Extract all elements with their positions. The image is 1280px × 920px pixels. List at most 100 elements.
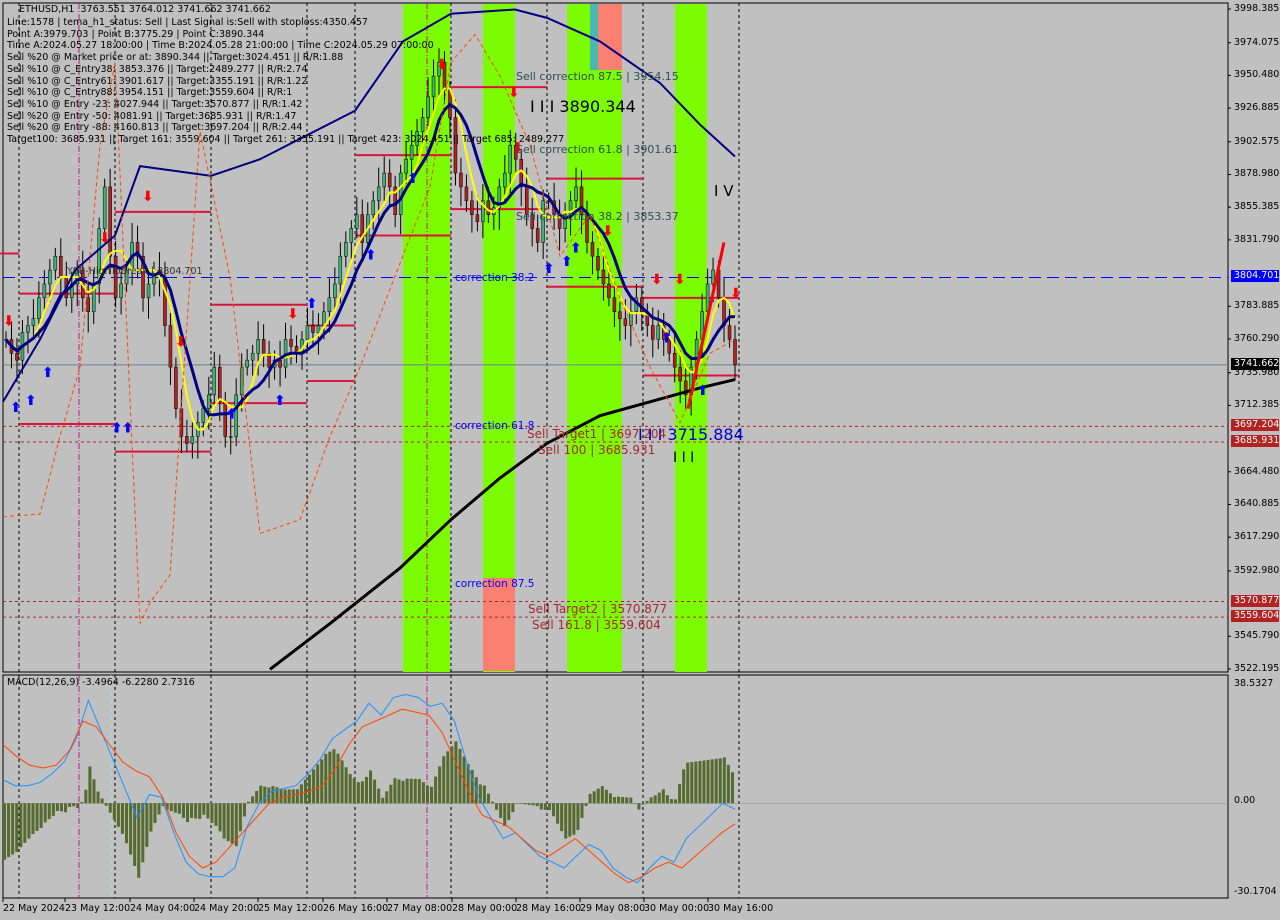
bull-candle	[503, 172, 507, 188]
macd-histogram-bar	[726, 764, 730, 804]
macd-histogram-bar	[714, 758, 718, 804]
price-tick-label: 3760.290	[1234, 333, 1280, 344]
sell-arrow-icon: ⬇	[651, 272, 663, 288]
red-zone	[483, 578, 515, 671]
bear-candle	[596, 255, 600, 271]
price-tag: 3685.931	[1231, 435, 1279, 447]
macd-histogram-bar	[641, 803, 645, 805]
macd-histogram-bar	[531, 803, 535, 806]
bull-candle	[338, 255, 343, 285]
macd-histogram-bar	[686, 762, 690, 804]
buy-arrow-icon: ⬆	[10, 400, 22, 416]
macd-histogram-bar	[3, 803, 7, 860]
bull-candle	[212, 366, 217, 396]
bull-candle	[250, 353, 255, 361]
bull-candle	[420, 117, 425, 132]
macd-histogram-bar	[572, 803, 576, 835]
buy-arrow-icon: ⬆	[226, 407, 238, 423]
wave-iii-label: I I I 3890.344	[530, 97, 636, 116]
info-line: Sell %10 @ Entry -23: 4027.944 || Target…	[7, 98, 303, 110]
bear-candle	[590, 242, 595, 257]
bull-candle	[426, 96, 430, 118]
sell-arrow-icon: ⬇	[175, 334, 187, 350]
bear-candle	[678, 366, 682, 382]
bear-candle	[15, 353, 19, 361]
bull-candle	[371, 200, 375, 215]
wave-iv-label: I V	[714, 182, 734, 200]
macd-title: MACD(12,26,9) -3.4964 -6.2280 2.7316	[7, 677, 195, 688]
time-tick-label: 30 May 00:00	[644, 903, 710, 914]
price-tick-label: 3545.790	[1234, 630, 1280, 642]
buy-arrow-icon: ⬆	[306, 296, 318, 312]
macd-histogram-bar	[389, 784, 393, 804]
buy-arrow-icon: ⬆	[42, 365, 54, 381]
macd-histogram-bar	[576, 803, 580, 830]
red-zone	[598, 4, 622, 70]
sell-arrow-icon: ⬇	[508, 85, 520, 101]
bull-candle	[376, 186, 381, 202]
sell-161-label: Sell 161.8 | 3559.604	[532, 618, 661, 632]
time-tick-label: 24 May 20:00	[194, 903, 260, 914]
macd-histogram-bar	[332, 749, 336, 804]
bear-candle	[86, 297, 90, 312]
macd-histogram-bar	[364, 776, 368, 804]
sell-correction-38-label: Sell correction 38.2 | 3853.37	[516, 210, 679, 223]
macd-histogram-bar	[637, 803, 641, 810]
bear-candle	[470, 200, 474, 215]
buy-arrow-icon: ⬆	[274, 393, 286, 409]
correction-87-label: correction 87.5	[455, 578, 535, 590]
bull-candle	[574, 186, 578, 202]
price-tick-label: 3855.385	[1234, 201, 1280, 213]
signal-zone	[483, 4, 515, 672]
bull-candle	[42, 283, 47, 299]
bear-candle	[278, 359, 282, 368]
macd-histogram-bar	[482, 785, 486, 804]
bear-candle	[174, 366, 178, 409]
info-line: Sell %20 @ Entry -50: 4081.91 || Target:…	[7, 110, 297, 122]
macd-histogram-bar	[88, 766, 92, 804]
bull-candle	[119, 283, 123, 299]
macd-histogram-bar	[31, 803, 35, 835]
macd-histogram-bar	[316, 764, 320, 804]
macd-histogram-bar	[682, 769, 686, 804]
macd-histogram-bar	[600, 786, 604, 804]
sell-arrow-icon: ⬇	[602, 223, 614, 239]
macd-histogram-bar	[80, 801, 84, 804]
macd-tick-label: -30.1704	[1234, 886, 1277, 897]
macd-histogram-bar	[120, 803, 124, 834]
bear-candle	[261, 339, 266, 354]
macd-histogram-bar	[377, 788, 381, 804]
macd-histogram-bar	[202, 803, 206, 815]
macd-histogram-bar	[352, 778, 356, 804]
macd-histogram-bar	[499, 803, 503, 818]
macd-histogram-bar	[96, 791, 100, 804]
macd-histogram-bar	[649, 797, 653, 804]
macd-histogram-bar	[263, 786, 267, 804]
macd-histogram-bar	[417, 778, 421, 804]
macd-histogram-bar	[303, 779, 307, 804]
price-tick-label: 3878.980	[1234, 168, 1280, 180]
bull-candle	[37, 297, 41, 319]
macd-histogram-bar	[617, 796, 621, 804]
bull-candle	[327, 297, 332, 312]
info-line: Sell %10 @ C_Entry61: 3901.617 || Target…	[7, 75, 308, 87]
sell-arrow-icon: ⬇	[730, 286, 742, 302]
macd-histogram-bar	[613, 797, 617, 804]
macd-histogram-bar	[129, 803, 133, 855]
info-line: Sell %20 @ Entry -88: 4160.813 || Target…	[7, 122, 303, 134]
time-tick-label: 27 May 08:00	[387, 903, 453, 914]
bear-candle	[733, 339, 737, 366]
macd-histogram-bar	[145, 803, 149, 847]
price-tick-label: 3664.480	[1234, 465, 1280, 477]
correction-61-label: correction 61.8	[455, 420, 535, 432]
bull-candle	[316, 325, 321, 333]
macd-histogram-bar	[84, 789, 88, 804]
macd-histogram-bar	[678, 783, 682, 804]
price-tag: 3804.701	[1231, 270, 1279, 282]
macd-histogram-bar	[596, 788, 600, 804]
macd-histogram-bar	[181, 803, 185, 818]
sell-target1-label: Sell Target1 | 3697.204	[527, 427, 667, 441]
macd-histogram-bar	[539, 803, 543, 810]
buy-arrow-icon: ⬆	[25, 393, 37, 409]
macd-histogram-bar	[625, 797, 629, 804]
